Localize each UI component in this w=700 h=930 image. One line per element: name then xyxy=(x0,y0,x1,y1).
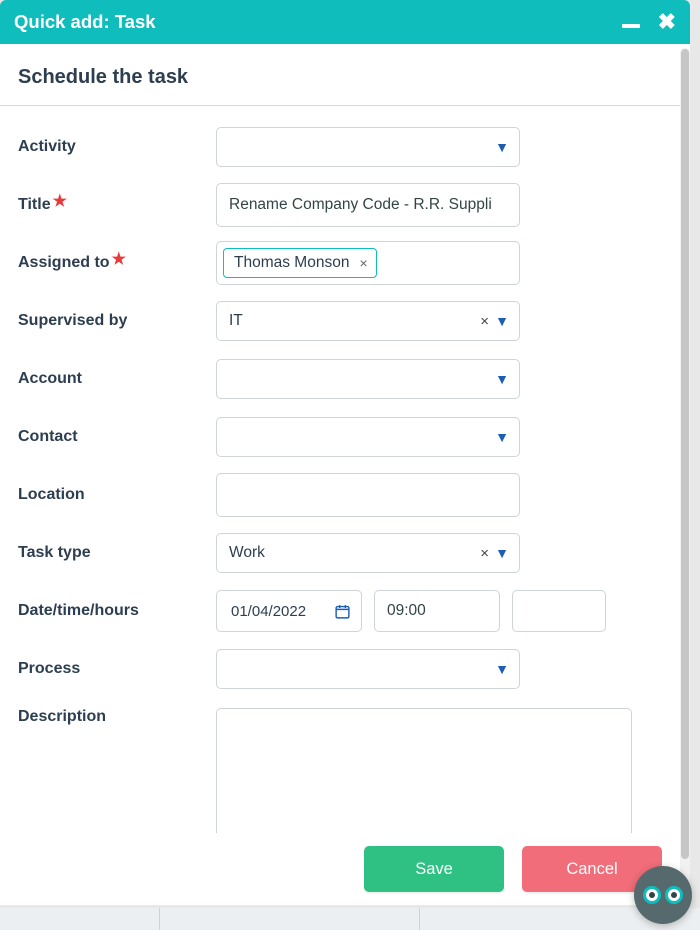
location-input[interactable] xyxy=(216,473,520,517)
assignee-chip: Thomas Monson × xyxy=(223,248,377,278)
scrollbar-thumb[interactable] xyxy=(681,49,689,859)
window-status-strip xyxy=(0,908,700,930)
label-process: Process xyxy=(18,660,216,678)
task-form: Activity ▼ Title★ Assigned to★ xyxy=(0,106,690,898)
row-title: Title★ xyxy=(18,176,672,234)
modal-title: Quick add: Task xyxy=(14,11,622,33)
chevron-down-icon: ▼ xyxy=(495,661,509,677)
chevron-down-icon: ▼ xyxy=(495,429,509,445)
date-input[interactable]: 01/04/2022 xyxy=(216,590,362,632)
calendar-icon xyxy=(334,603,351,620)
chevron-down-icon: ▼ xyxy=(495,545,509,561)
activity-select[interactable]: ▼ xyxy=(216,127,520,167)
row-assigned-to: Assigned to★ Thomas Monson × xyxy=(18,234,672,292)
label-title: Title★ xyxy=(18,196,216,214)
row-location: Location xyxy=(18,466,672,524)
label-task-type: Task type xyxy=(18,544,216,562)
time-input[interactable]: 09:00 xyxy=(374,590,500,632)
section-title: Schedule the task xyxy=(0,44,690,106)
supervised-by-value: IT xyxy=(229,312,485,330)
save-button[interactable]: Save xyxy=(364,846,504,892)
process-select[interactable]: ▼ xyxy=(216,649,520,689)
account-select[interactable]: ▼ xyxy=(216,359,520,399)
help-bubble-button[interactable] xyxy=(634,866,692,924)
assigned-to-field[interactable]: Thomas Monson × xyxy=(216,241,520,285)
title-input[interactable] xyxy=(216,183,520,227)
assignee-name: Thomas Monson xyxy=(234,254,349,272)
label-datetime: Date/time/hours xyxy=(18,602,216,620)
row-contact: Contact ▼ xyxy=(18,408,672,466)
header-controls: ✖ xyxy=(622,11,676,33)
row-account: Account ▼ xyxy=(18,350,672,408)
modal-footer: Save Cancel xyxy=(0,833,690,905)
chevron-down-icon: ▼ xyxy=(495,139,509,155)
row-process: Process ▼ xyxy=(18,640,672,698)
minimize-icon[interactable] xyxy=(622,24,640,28)
label-contact: Contact xyxy=(18,428,216,446)
scrollbar[interactable] xyxy=(680,48,690,888)
modal-body: Schedule the task Activity ▼ Title★ As xyxy=(0,44,690,905)
label-account: Account xyxy=(18,370,216,388)
clear-icon[interactable]: × xyxy=(480,545,489,562)
row-datetime: Date/time/hours 01/04/2022 09:00 xyxy=(18,582,672,640)
chevron-down-icon: ▼ xyxy=(495,313,509,329)
label-supervised-by: Supervised by xyxy=(18,312,216,330)
hours-input[interactable] xyxy=(512,590,606,632)
row-activity: Activity ▼ xyxy=(18,118,672,176)
supervised-by-select[interactable]: IT × ▼ xyxy=(216,301,520,341)
remove-chip-icon[interactable]: × xyxy=(359,255,367,271)
label-description: Description xyxy=(18,708,216,726)
label-assigned-to: Assigned to★ xyxy=(18,254,216,272)
time-value: 09:00 xyxy=(387,602,426,620)
label-activity: Activity xyxy=(18,138,216,156)
task-type-select[interactable]: Work × ▼ xyxy=(216,533,520,573)
close-icon[interactable]: ✖ xyxy=(658,11,676,33)
contact-select[interactable]: ▼ xyxy=(216,417,520,457)
chevron-down-icon: ▼ xyxy=(495,371,509,387)
label-location: Location xyxy=(18,486,216,504)
task-type-value: Work xyxy=(229,544,485,562)
row-supervised-by: Supervised by IT × ▼ xyxy=(18,292,672,350)
modal-header: Quick add: Task ✖ xyxy=(0,0,690,44)
quick-add-task-modal: Quick add: Task ✖ Schedule the task Acti… xyxy=(0,0,690,905)
date-value: 01/04/2022 xyxy=(231,603,326,620)
required-icon: ★ xyxy=(112,256,126,264)
mascot-eyes-icon xyxy=(643,886,683,904)
clear-icon[interactable]: × xyxy=(480,313,489,330)
row-task-type: Task type Work × ▼ xyxy=(18,524,672,582)
required-icon: ★ xyxy=(53,198,67,206)
